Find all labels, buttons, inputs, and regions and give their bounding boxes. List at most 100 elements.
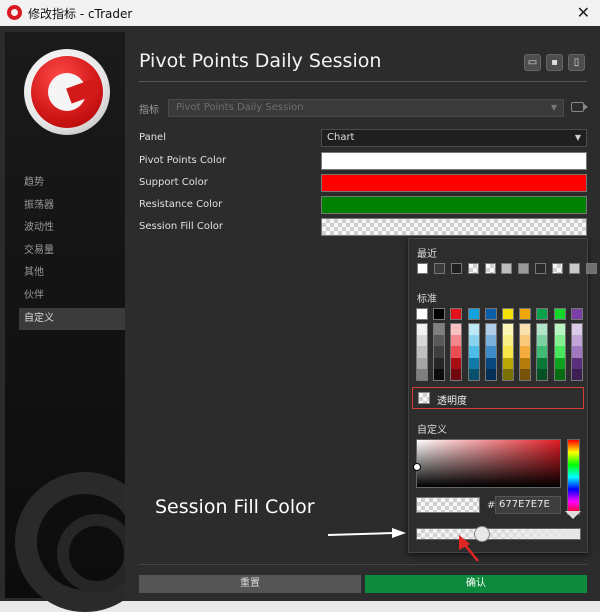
- shade-swatch[interactable]: [554, 357, 565, 369]
- recent-color-swatch[interactable]: [417, 263, 428, 274]
- sidebar-item-oscillators[interactable]: 振荡器: [5, 195, 125, 218]
- shade-swatch[interactable]: [520, 346, 531, 358]
- standard-color-swatch[interactable]: [553, 308, 566, 320]
- session-fill-color-swatch[interactable]: [321, 218, 587, 236]
- standard-color-swatch[interactable]: [467, 308, 480, 320]
- shade-swatch[interactable]: [571, 346, 582, 358]
- shade-swatch[interactable]: [434, 335, 445, 347]
- saturation-value-area[interactable]: [413, 439, 561, 488]
- shade-swatch[interactable]: [451, 357, 462, 369]
- pivot-points-color-swatch[interactable]: [321, 152, 587, 170]
- sidebar-item-partners[interactable]: 伙伴: [5, 285, 125, 308]
- shade-swatch[interactable]: [451, 324, 462, 336]
- alpha-slider[interactable]: [416, 526, 581, 542]
- recent-color-swatch[interactable]: [501, 263, 513, 274]
- shade-swatch[interactable]: [434, 368, 445, 380]
- sidebar-item-other[interactable]: 其他: [5, 262, 125, 285]
- shade-swatch[interactable]: [417, 324, 427, 336]
- shade-swatch[interactable]: [417, 357, 427, 369]
- recent-color-swatch[interactable]: [433, 263, 445, 274]
- confirm-button[interactable]: 确认: [365, 575, 587, 593]
- shade-swatch[interactable]: [468, 368, 479, 380]
- sidebar-item-volatility[interactable]: 波动性: [5, 217, 125, 240]
- folder-icon[interactable]: ▭: [524, 54, 541, 71]
- sidebar-item-custom[interactable]: 自定义: [19, 307, 125, 331]
- shade-swatch[interactable]: [520, 368, 531, 380]
- recent-color-swatch[interactable]: [585, 263, 597, 274]
- standard-color-swatch[interactable]: [450, 308, 463, 320]
- shade-swatch[interactable]: [537, 357, 548, 369]
- shade-swatch[interactable]: [554, 346, 565, 358]
- shade-swatch[interactable]: [417, 368, 427, 380]
- shade-swatch[interactable]: [434, 357, 445, 369]
- standard-color-swatch[interactable]: [416, 308, 428, 320]
- standard-color-swatch[interactable]: [484, 308, 497, 320]
- saturation-value-handle[interactable]: [413, 463, 421, 471]
- shade-swatch[interactable]: [537, 324, 548, 336]
- shade-swatch[interactable]: [485, 368, 496, 380]
- shade-swatch[interactable]: [502, 335, 513, 347]
- shade-swatch[interactable]: [571, 324, 582, 336]
- standard-color-swatch[interactable]: [536, 308, 549, 320]
- shade-swatch[interactable]: [520, 335, 531, 347]
- hue-marker-icon[interactable]: [565, 511, 581, 519]
- recent-colors-row: [417, 263, 600, 274]
- shade-swatch[interactable]: [485, 346, 496, 358]
- shade-swatch[interactable]: [451, 368, 462, 380]
- alpha-slider-handle[interactable]: [474, 526, 490, 542]
- shade-swatch[interactable]: [537, 368, 548, 380]
- shade-swatch[interactable]: [485, 357, 496, 369]
- recent-color-swatch[interactable]: [569, 263, 581, 274]
- sidebar-item-trend[interactable]: 趋势: [5, 172, 125, 195]
- shade-swatch[interactable]: [571, 357, 582, 369]
- shade-swatch[interactable]: [554, 324, 565, 336]
- shade-swatch[interactable]: [485, 324, 496, 336]
- recent-color-swatch[interactable]: [467, 263, 479, 274]
- standard-color-swatch[interactable]: [570, 308, 583, 320]
- resistance-color-swatch[interactable]: [321, 196, 587, 214]
- shade-swatch[interactable]: [520, 324, 531, 336]
- trash-icon[interactable]: ▯: [568, 54, 585, 71]
- shade-swatch[interactable]: [417, 335, 427, 347]
- transparency-option[interactable]: 透明度: [412, 387, 584, 409]
- shade-swatch[interactable]: [502, 324, 513, 336]
- standard-color-swatch[interactable]: [433, 308, 446, 320]
- shade-swatch[interactable]: [485, 335, 496, 347]
- indicator-select[interactable]: Pivot Points Daily Session ▼: [168, 99, 564, 117]
- shade-swatch[interactable]: [502, 368, 513, 380]
- shade-swatch[interactable]: [417, 346, 427, 358]
- shade-swatch[interactable]: [537, 346, 548, 358]
- shade-swatch[interactable]: [571, 335, 582, 347]
- shade-swatch[interactable]: [502, 346, 513, 358]
- standard-color-swatch[interactable]: [501, 308, 514, 320]
- recent-color-swatch[interactable]: [450, 263, 462, 274]
- reset-button[interactable]: 重置: [139, 575, 361, 593]
- shade-swatch[interactable]: [468, 357, 479, 369]
- shade-swatch[interactable]: [468, 324, 479, 336]
- recent-color-swatch[interactable]: [518, 263, 530, 274]
- close-icon[interactable]: ✕: [577, 3, 590, 22]
- support-color-swatch[interactable]: [321, 174, 587, 192]
- shade-swatch[interactable]: [554, 335, 565, 347]
- shade-swatch[interactable]: [434, 346, 445, 358]
- save-icon[interactable]: ▪: [546, 54, 563, 71]
- shade-swatch[interactable]: [502, 357, 513, 369]
- camera-icon[interactable]: [571, 102, 588, 112]
- recent-color-swatch[interactable]: [552, 263, 564, 274]
- shade-swatch[interactable]: [451, 335, 462, 347]
- shade-swatch[interactable]: [571, 368, 582, 380]
- sidebar-item-volume[interactable]: 交易量: [5, 240, 125, 263]
- panel-select[interactable]: Chart ▼: [321, 129, 587, 147]
- shade-swatch[interactable]: [451, 346, 462, 358]
- recent-color-swatch[interactable]: [535, 263, 547, 274]
- shade-swatch[interactable]: [520, 357, 531, 369]
- shade-swatch[interactable]: [434, 324, 445, 336]
- shade-swatch[interactable]: [468, 335, 479, 347]
- standard-color-swatch[interactable]: [519, 308, 532, 320]
- hex-input[interactable]: 677E7E7E: [495, 496, 561, 514]
- recent-color-swatch[interactable]: [484, 263, 496, 274]
- shade-swatch[interactable]: [537, 335, 548, 347]
- hue-slider[interactable]: [567, 439, 580, 515]
- shade-swatch[interactable]: [468, 346, 479, 358]
- shade-swatch[interactable]: [554, 368, 565, 380]
